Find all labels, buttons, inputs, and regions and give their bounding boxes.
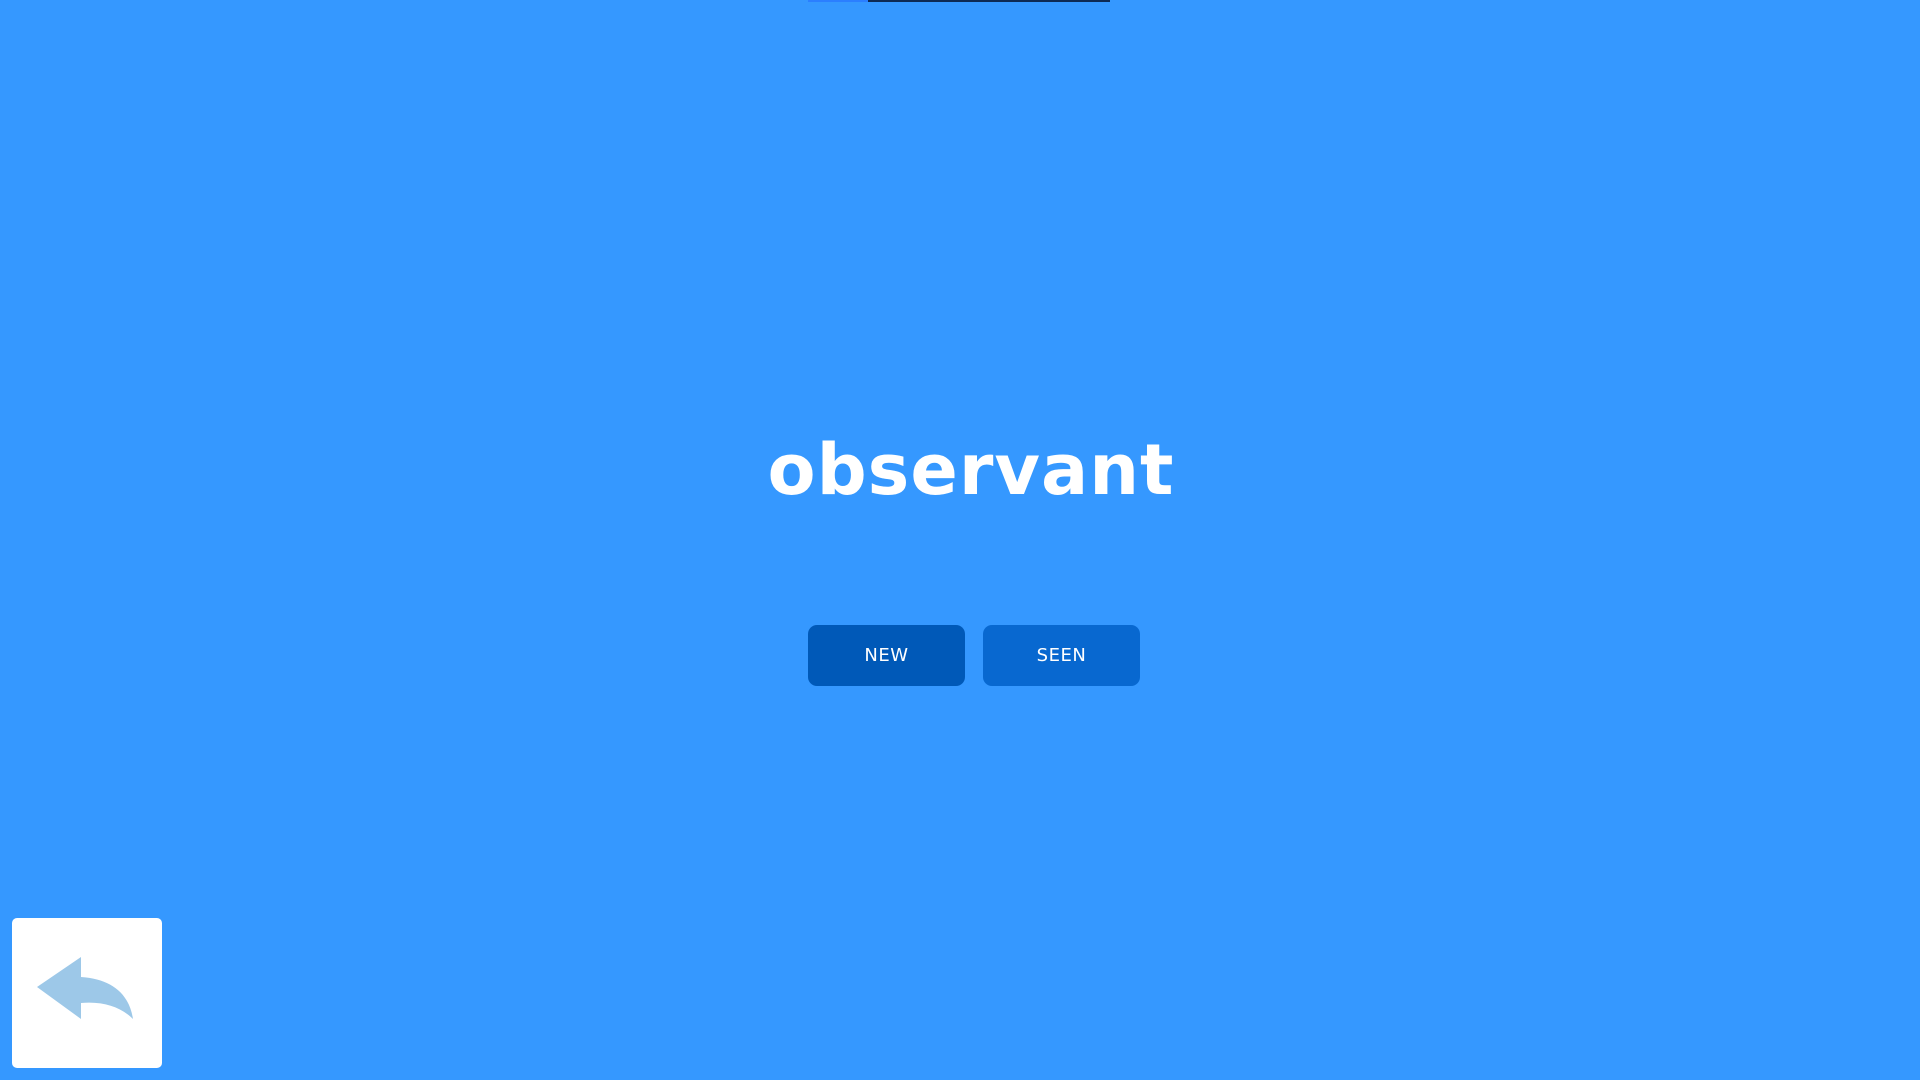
task-screen: observant NEW SEEN [0,0,1920,1080]
reply-arrow-icon [37,957,137,1029]
progress-bar-fill [808,0,869,2]
stimulus-word: observant [767,429,1175,511]
seen-button[interactable]: SEEN [983,625,1140,686]
new-button-label: NEW [864,645,909,666]
seen-button-label: SEEN [1036,645,1087,666]
new-button[interactable]: NEW [808,625,965,686]
response-buttons: NEW SEEN [808,625,1140,686]
progress-bar [808,0,1110,2]
back-button[interactable] [12,918,162,1068]
